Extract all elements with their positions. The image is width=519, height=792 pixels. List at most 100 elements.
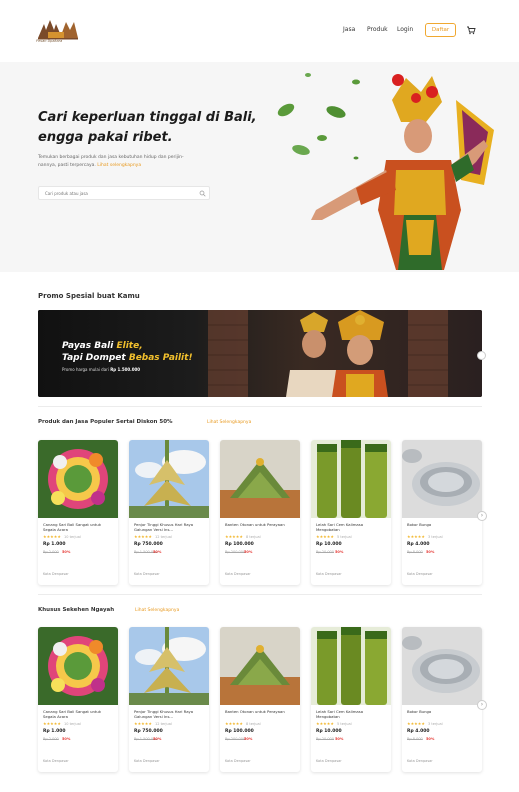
product-card[interactable]: Bokor Bunga ★★★★★ 3 terjual Rp 4.000 Rp 8.00… <box>402 440 482 585</box>
sold-count: 12 terjual <box>155 722 172 726</box>
product-price: Rp 1.000 <box>43 542 66 547</box>
product-location: Kota Denpasar <box>43 572 69 576</box>
product-name: Lelah Sari Cem Kalimasa Mengobatan <box>316 709 364 719</box>
top-navbar: Pesan Upakara Jasa Produk Login Daftar <box>0 0 519 60</box>
ngayah-next-button[interactable]: › <box>477 700 487 710</box>
promo-banner-subtitle: Promo harga mulai dari Rp 1.500.000 <box>62 367 141 372</box>
discount-badge: 50% <box>426 737 435 741</box>
popular-see-all-link[interactable]: Lihat Selengkapnya <box>207 420 251 425</box>
product-image <box>311 627 391 705</box>
original-price: Rp 200.000 <box>225 737 246 741</box>
rating-stars-icon: ★★★★★ <box>316 721 334 726</box>
discount-badge: 50% <box>62 737 71 741</box>
rating-stars-icon: ★★★★★ <box>407 721 425 726</box>
search-bar[interactable] <box>38 186 210 200</box>
product-image <box>38 440 118 518</box>
original-price: Rp 2.000 <box>43 550 59 554</box>
product-location: Kota Denpasar <box>225 572 251 576</box>
rating-stars-icon: ★★★★★ <box>316 534 334 539</box>
discount-badge: 50% <box>153 550 162 554</box>
original-price: Rp 20.000 <box>316 737 335 741</box>
sold-count: 5 terjual <box>337 722 352 726</box>
promo-next-button[interactable] <box>477 351 486 360</box>
product-image <box>402 440 482 518</box>
sold-count: 3 terjual <box>428 535 443 539</box>
product-price: Rp 10.000 <box>316 729 342 734</box>
product-price: Rp 10.000 <box>316 542 342 547</box>
product-card[interactable]: Lelah Sari Cem Kalimasa Mengobatan ★★★★★ 5… <box>311 440 391 585</box>
sold-count: 12 terjual <box>155 535 172 539</box>
discount-badge: 50% <box>244 737 253 741</box>
ngayah-product-list: Canang Sari Bali Sangat untuk Segala Aca… <box>38 627 482 772</box>
original-price: Rp 8.000 <box>407 737 423 741</box>
discount-badge: 50% <box>62 550 71 554</box>
sold-count: 8 terjual <box>246 535 261 539</box>
product-image <box>402 627 482 705</box>
nav-link-jasa[interactable]: Jasa <box>343 26 355 33</box>
promo-section-title: Promo Spesial buat Kamu <box>38 292 140 300</box>
ngayah-see-all-link[interactable]: Lihat Selengkapnya <box>135 608 179 613</box>
balinese-dancer-image <box>277 73 494 270</box>
search-input[interactable] <box>45 189 195 198</box>
search-icon[interactable] <box>199 190 206 197</box>
product-card[interactable]: Penjor Tinggi Khusus Hari Raya Galungan … <box>129 627 209 772</box>
rating-stars-icon: ★★★★★ <box>225 534 243 539</box>
product-card[interactable]: Bokor Bunga ★★★★★ 3 terjual Rp 4.000 Rp 8.00… <box>402 627 482 772</box>
sold-count: 5 terjual <box>337 535 352 539</box>
hero-title: Cari keperluan tinggal di Bali, engga pa… <box>38 110 257 145</box>
nav-link-produk[interactable]: Produk <box>367 26 388 33</box>
product-name: Lelah Sari Cem Kalimasa Mengobatan <box>316 522 364 532</box>
original-price: Rp 20.000 <box>316 550 335 554</box>
original-price: Rp 8.000 <box>407 550 423 554</box>
sold-count: 8 terjual <box>246 722 261 726</box>
product-location: Kota Denpasar <box>316 572 342 576</box>
product-card[interactable]: Banten Otonan untuk Perayaan ★★★★★ 8 terju… <box>220 627 300 772</box>
cart-icon[interactable] <box>466 25 476 35</box>
logo-text: Pesan Upakara <box>36 39 63 43</box>
product-name: Banten Otonan untuk Perayaan <box>225 522 285 527</box>
product-price: Rp 1.000 <box>43 729 66 734</box>
product-price: Rp 750.000 <box>134 729 163 734</box>
product-card[interactable]: Lelah Sari Cem Kalimasa Mengobatan ★★★★★ 5… <box>311 627 391 772</box>
product-price: Rp 750.000 <box>134 542 163 547</box>
product-name: Penjor Tinggi Khusus Hari Raya Galungan … <box>134 522 194 532</box>
discount-badge: 50% <box>426 550 435 554</box>
ngayah-section-title: Khusus Sekehen Ngayah <box>38 607 115 613</box>
product-image <box>129 440 209 518</box>
original-price: Rp 200.000 <box>225 550 246 554</box>
discount-badge: 50% <box>153 737 162 741</box>
rating-stars-icon: ★★★★★ <box>407 534 425 539</box>
rating-stars-icon: ★★★★★ <box>225 721 243 726</box>
rating-stars-icon: ★★★★★ <box>43 721 61 726</box>
hero-more-link[interactable]: Lihat selengkapnya <box>97 163 141 168</box>
product-image <box>220 627 300 705</box>
product-price: Rp 4.000 <box>407 729 430 734</box>
sold-count: 10 terjual <box>64 722 81 726</box>
promo-banner-headline: Payas Bali Elite, Tapi Dompet Bebas Pail… <box>62 341 193 363</box>
product-price: Rp 100.000 <box>225 542 254 547</box>
product-name: Canang Sari Bali Sangat untuk Segala Aca… <box>43 709 102 719</box>
product-card[interactable]: Penjor Tinggi Khusus Hari Raya Galungan … <box>129 440 209 585</box>
product-location: Kota Denpasar <box>43 759 69 763</box>
product-card[interactable]: Canang Sari Bali Sangat untuk Segala Aca… <box>38 440 118 585</box>
nav-link-login[interactable]: Login <box>397 26 413 33</box>
product-image <box>311 440 391 518</box>
section-divider <box>38 594 482 595</box>
product-price: Rp 100.000 <box>225 729 254 734</box>
rating-stars-icon: ★★★★★ <box>134 534 152 539</box>
hero-description: Temukan berbagai produk dan jasa kebutuh… <box>38 155 184 168</box>
register-button[interactable]: Daftar <box>425 23 456 37</box>
product-location: Kota Denpasar <box>316 759 342 763</box>
sold-count: 3 terjual <box>428 722 443 726</box>
discount-badge: 50% <box>244 550 253 554</box>
product-name: Bokor Bunga <box>407 522 432 527</box>
product-name: Banten Otonan untuk Perayaan <box>225 709 285 714</box>
section-divider <box>38 406 482 407</box>
popular-next-button[interactable]: › <box>477 511 487 521</box>
page: Pesan Upakara Jasa Produk Login Daftar C… <box>0 0 519 792</box>
product-card[interactable]: Canang Sari Bali Sangat untuk Segala Aca… <box>38 627 118 772</box>
product-location: Kota Denpasar <box>407 572 433 576</box>
product-card[interactable]: Banten Otonan untuk Perayaan ★★★★★ 8 terju… <box>220 440 300 585</box>
product-name: Bokor Bunga <box>407 709 432 714</box>
promo-banner[interactable]: Payas Bali Elite, Tapi Dompet Bebas Pail… <box>38 310 482 397</box>
